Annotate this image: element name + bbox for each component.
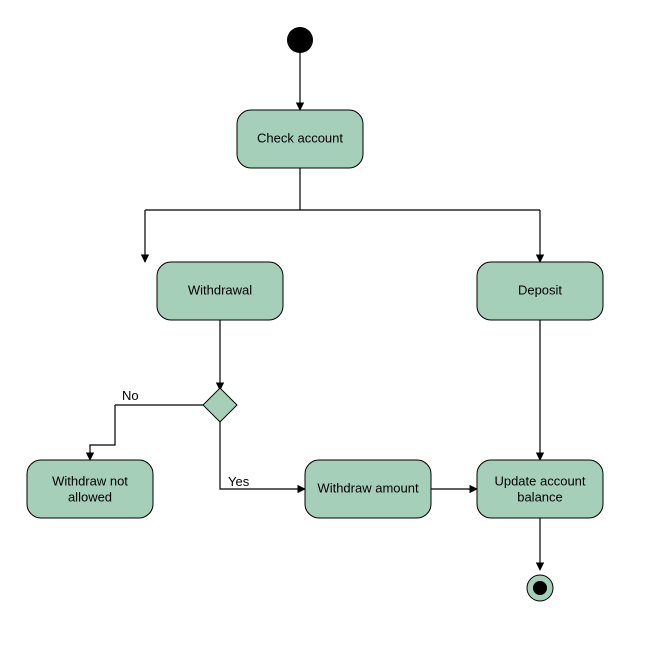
node-wna-line2: allowed [68,489,112,504]
node-check-account-label: Check account [257,130,343,145]
node-withdrawal-label: Withdrawal [188,282,252,297]
edge-label-yes: Yes [228,474,250,489]
edge-no-v [90,405,115,460]
decision-node-icon [203,388,237,422]
activity-diagram: Check account Withdrawal Deposit No With… [0,0,650,665]
node-withdraw-amount-label: Withdraw amount [317,480,419,495]
node-wna-line1: Withdraw not [52,473,128,488]
node-ub-line1: Update account [494,473,585,488]
edge-label-no: No [122,388,139,403]
initial-node-icon [287,27,313,53]
node-deposit-label: Deposit [518,282,562,297]
node-ub-line2: balance [517,489,563,504]
final-node-dot-icon [533,581,547,595]
